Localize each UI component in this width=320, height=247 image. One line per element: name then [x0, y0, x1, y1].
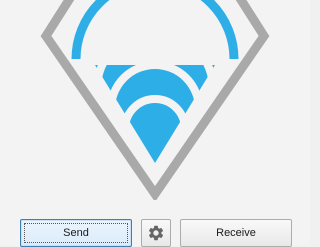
diamond-wifi-icon — [40, 0, 270, 200]
gear-icon — [149, 225, 164, 241]
settings-button[interactable] — [141, 219, 171, 247]
signal-wedge — [95, 65, 215, 163]
send-button[interactable]: Send — [20, 219, 132, 247]
app-logo — [40, 0, 270, 200]
receive-button[interactable]: Receive — [180, 219, 292, 247]
send-button-label: Send — [63, 227, 89, 239]
receive-button-label: Receive — [216, 227, 256, 239]
app-window: Send Receive — [0, 0, 310, 247]
